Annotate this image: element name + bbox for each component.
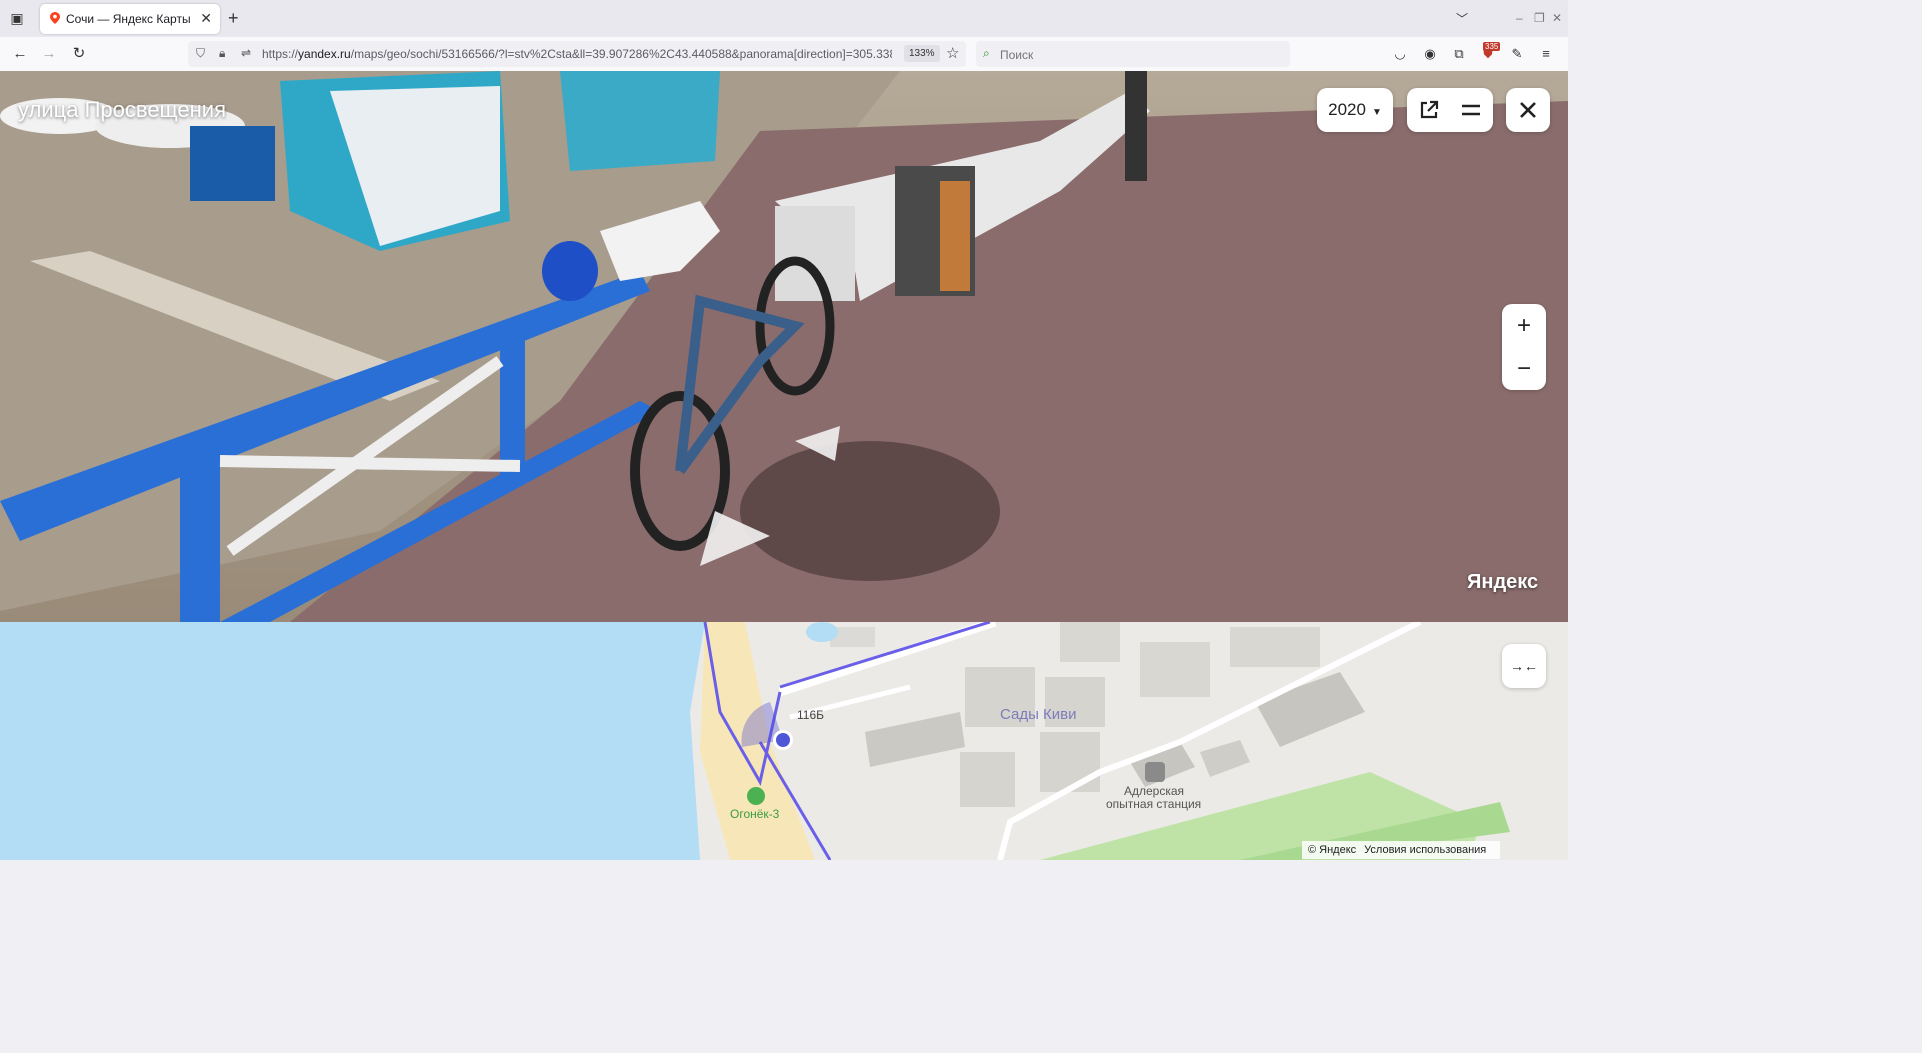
map-canvas	[0, 622, 1510, 860]
zoom-level-badge[interactable]: 133%	[904, 45, 940, 62]
reload-icon[interactable]: ↻	[70, 45, 88, 63]
window-close-icon[interactable]: ✕	[1552, 11, 1562, 25]
panorama-image	[0, 71, 1568, 622]
yandex-logo: Яндекс	[1467, 571, 1539, 593]
year-value: 2020	[1328, 100, 1366, 119]
station-label-line1[interactable]: Адлерская	[1124, 784, 1184, 798]
station-label-line2[interactable]: опытная станция	[1106, 797, 1201, 811]
lock-icon[interactable]: 🔒︎	[219, 46, 225, 61]
search-input[interactable]	[998, 45, 1282, 65]
collapse-map-button[interactable]: →←	[1502, 644, 1546, 688]
minimize-icon[interactable]: –	[1516, 11, 1523, 25]
url-bar[interactable]: ⛉ 🔒︎ ⇌ https://yandex.ru/maps/geo/sochi/…	[188, 41, 966, 67]
navigation-bar: ← → ↻ ⛉ 🔒︎ ⇌ https://yandex.ru/maps/geo/…	[0, 37, 1568, 72]
tab-title: Сочи — Яндекс Карты	[66, 12, 191, 26]
zoom-control: + −	[1502, 304, 1546, 390]
close-panorama-button[interactable]	[1506, 88, 1550, 132]
building-number-label: 116Б	[797, 708, 825, 722]
copyright-text[interactable]: © Яндекс	[1308, 844, 1356, 856]
open-external-icon[interactable]	[1417, 98, 1441, 122]
mini-map[interactable]: 116Б Сады Киви Адлерская опытная станция…	[0, 622, 1568, 860]
url-text[interactable]: https://yandex.ru/maps/geo/sochi/5316656…	[262, 47, 892, 61]
terms-link[interactable]: Условия использования	[1364, 844, 1486, 856]
permissions-icon[interactable]: ⇌	[241, 46, 251, 60]
street-panorama[interactable]: улица Просвещения 2020 ▼ + − Яндекс	[0, 71, 1568, 622]
back-icon[interactable]: ←	[11, 45, 29, 63]
collapse-arrows-icon: →←	[1510, 658, 1538, 674]
menu-icon[interactable]: ≡	[1538, 46, 1554, 62]
map-pin-icon	[50, 12, 60, 24]
shield-icon[interactable]: ⛉	[196, 46, 205, 61]
extension-badge: 335	[1483, 42, 1501, 51]
tab-bar: ▣ Сочи — Яндекс Карты ✕ + ﹀ – ❐ ✕	[0, 0, 1568, 37]
forward-icon[interactable]: →	[40, 45, 58, 63]
split-view-icon[interactable]	[1459, 98, 1483, 122]
zoom-in-button[interactable]: +	[1502, 304, 1546, 347]
bookmark-star-icon[interactable]: ☆	[946, 44, 959, 62]
new-tab-icon[interactable]: +	[228, 8, 239, 28]
copyright-bar: © Яндекс Условия использования	[1302, 841, 1501, 859]
search-bar[interactable]: ⌕	[976, 41, 1290, 67]
tab-active[interactable]: Сочи — Яндекс Карты ✕	[40, 4, 220, 34]
zoom-out-button[interactable]: −	[1502, 347, 1546, 390]
account-icon[interactable]: ◉	[1422, 46, 1438, 62]
tab-list-icon[interactable]: ▣	[8, 9, 26, 27]
chevron-down-icon[interactable]: ﹀	[1456, 10, 1468, 27]
close-icon	[1520, 102, 1536, 118]
search-engine-icon: ⌕	[983, 46, 990, 60]
year-selector[interactable]: 2020 ▼	[1317, 88, 1393, 132]
tab-close-icon[interactable]: ✕	[200, 10, 212, 27]
extensions-icon[interactable]: ⧉	[1451, 46, 1467, 62]
pocket-icon[interactable]: ◡	[1392, 46, 1408, 62]
extension-icon[interactable]: ✎	[1509, 46, 1525, 62]
panorama-actions	[1407, 88, 1493, 132]
beach-label[interactable]: Огонёк-3	[730, 807, 779, 821]
caret-down-icon: ▼	[1371, 107, 1382, 118]
district-label: Сады Киви	[1000, 706, 1077, 723]
restore-icon[interactable]: ❐	[1534, 11, 1545, 25]
street-name: улица Просвещения	[18, 97, 226, 122]
